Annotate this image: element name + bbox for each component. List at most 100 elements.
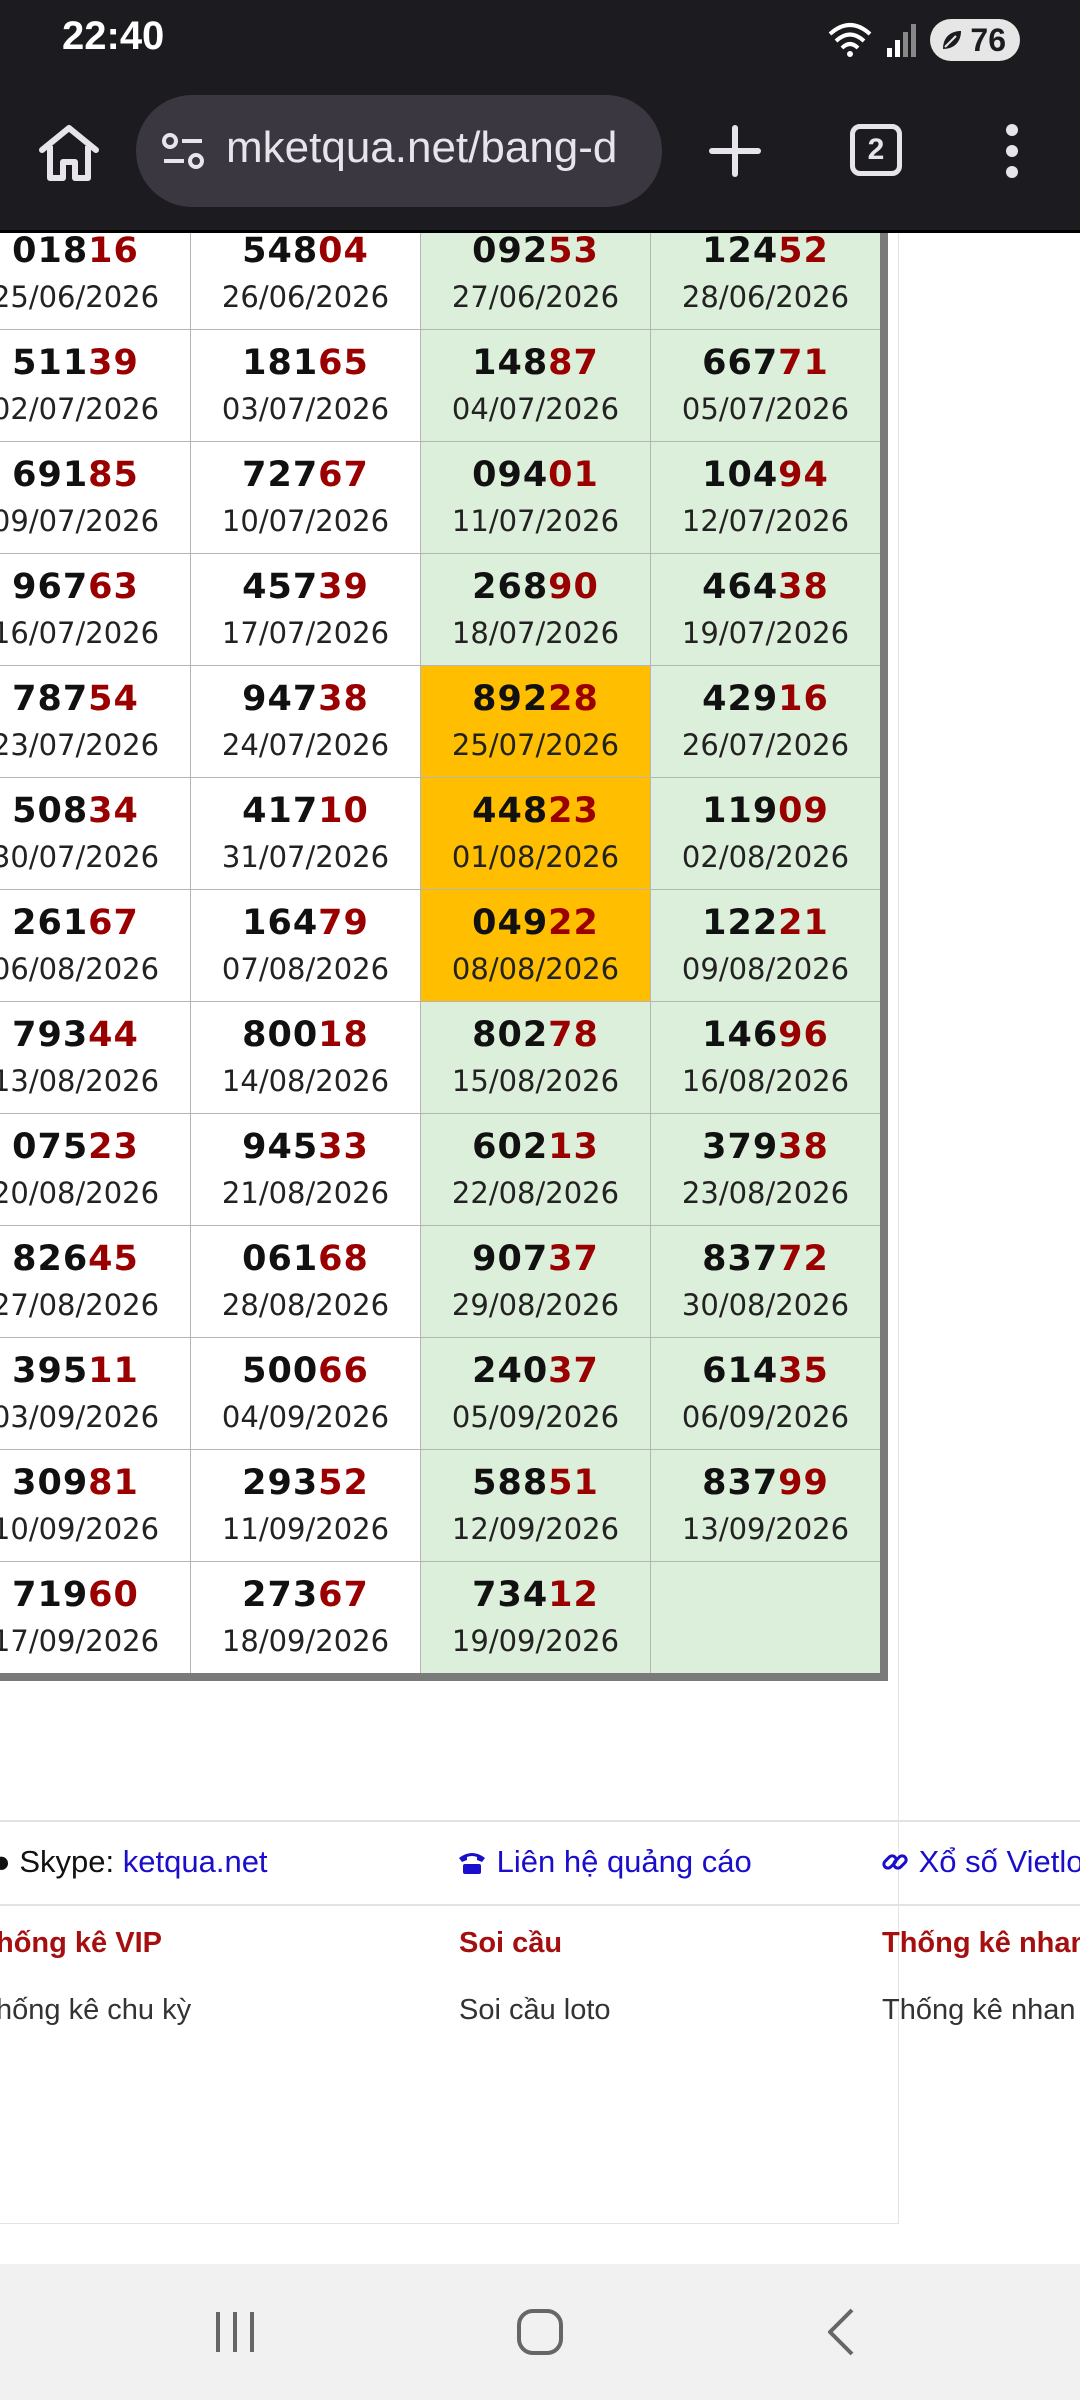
result-number-prefix: 967	[12, 567, 89, 607]
result-number-prefix: 124	[702, 233, 779, 271]
result-number-tail: 72	[778, 1239, 829, 1279]
result-date: 18/09/2026	[221, 1624, 390, 1658]
contact-link-item[interactable]: Liên hệ quảng cáo	[456, 1844, 752, 1880]
category-title-thong-ke-nhanh[interactable]: Thống kê nhan	[882, 1927, 1080, 1960]
result-number: 54804	[191, 233, 420, 271]
result-date: 19/09/2026	[451, 1624, 620, 1658]
result-cell: 51139 02/07/2026	[0, 329, 191, 442]
category-link-chu-ky[interactable]: hống kê chu kỳ	[0, 1994, 191, 2027]
result-cell: 79344 13/08/2026	[0, 1001, 191, 1114]
result-number-tail: 54	[88, 679, 139, 719]
result-number: 73412	[421, 1575, 650, 1615]
result-number: 89228	[421, 679, 650, 719]
skype-label: Skype:	[19, 1844, 115, 1879]
result-cell: 94738 24/07/2026	[190, 665, 421, 778]
result-number-prefix: 148	[472, 343, 549, 383]
result-number-tail: 18	[318, 1015, 369, 1055]
result-number-tail: 23	[88, 1127, 139, 1167]
result-number-prefix: 734	[472, 1575, 549, 1615]
result-date: 06/08/2026	[0, 952, 160, 986]
result-date: 25/06/2026	[0, 280, 160, 314]
result-number-prefix: 268	[472, 567, 549, 607]
result-number-tail: 38	[778, 1127, 829, 1167]
result-number: 37938	[651, 1127, 880, 1167]
result-date: 10/09/2026	[0, 1512, 160, 1546]
result-number-prefix: 119	[702, 791, 779, 831]
result-number: 96763	[0, 567, 190, 607]
result-number-tail: 52	[778, 233, 829, 271]
result-date: 07/08/2026	[221, 952, 390, 986]
result-number: 69185	[0, 455, 190, 495]
result-cell: 94533 21/08/2026	[190, 1113, 421, 1226]
battery-indicator: 76	[930, 19, 1020, 61]
result-cell: 16479 07/08/2026	[190, 889, 421, 1002]
result-number-tail: 71	[778, 343, 829, 383]
link-icon	[882, 1854, 908, 1870]
result-cell: 89228 25/07/2026	[420, 665, 651, 778]
result-number: 58851	[421, 1463, 650, 1503]
home-icon[interactable]	[34, 118, 104, 188]
more-menu-icon[interactable]	[990, 116, 1034, 186]
skype-link-item[interactable]: ● Skype: ketqua.net	[0, 1844, 268, 1880]
category-title-vip[interactable]: hống kê VIP	[0, 1927, 162, 1960]
result-date: 16/07/2026	[0, 616, 160, 650]
tab-switcher-button[interactable]: 2	[850, 124, 902, 176]
result-number: 18165	[191, 343, 420, 383]
result-number-tail: 67	[318, 1575, 369, 1615]
result-cell: 06168 28/08/2026	[190, 1225, 421, 1338]
result-number-prefix: 802	[472, 1015, 549, 1055]
url-text[interactable]: mketqua.net/bang-d	[226, 123, 617, 173]
category-link-soi-cau-loto[interactable]: Soi cầu loto	[459, 1994, 611, 2027]
result-number-tail: 94	[778, 455, 829, 495]
vietlott-link[interactable]: Xổ số Vietlo	[919, 1844, 1080, 1879]
result-cell: 14887 04/07/2026	[420, 329, 651, 442]
category-title-soi-cau[interactable]: Soi cầu	[459, 1927, 562, 1960]
table-row: 96763 16/07/2026 45739 17/07/2026 26890 18/07…	[0, 553, 885, 666]
table-row: 82645 27/08/2026 06168 28/08/2026 90737 29/08…	[0, 1225, 885, 1338]
result-number: 09401	[421, 455, 650, 495]
result-date: 11/09/2026	[221, 1512, 390, 1546]
result-number: 44823	[421, 791, 650, 831]
recent-apps-icon[interactable]	[210, 2304, 260, 2360]
site-settings-icon[interactable]	[156, 123, 212, 179]
result-number: 82645	[0, 1239, 190, 1279]
result-number: 61435	[651, 1351, 880, 1391]
result-number-prefix: 947	[242, 679, 319, 719]
result-number: 10494	[651, 455, 880, 495]
result-cell: 50834 30/07/2026	[0, 777, 191, 890]
result-number-tail: 33	[318, 1127, 369, 1167]
result-cell: 12452 28/06/2026	[650, 233, 885, 330]
result-number: 51139	[0, 343, 190, 383]
vietlott-link-item[interactable]: Xổ số Vietlo	[880, 1844, 1080, 1880]
result-number-prefix: 104	[702, 455, 779, 495]
result-number-tail: 38	[318, 679, 369, 719]
result-date: 10/07/2026	[221, 504, 390, 538]
result-number-prefix: 309	[12, 1463, 89, 1503]
back-nav-icon[interactable]	[818, 2304, 862, 2360]
contact-link[interactable]: Liên hệ quảng cáo	[497, 1844, 752, 1879]
result-number-prefix: 511	[12, 343, 89, 383]
result-number: 83799	[651, 1463, 880, 1503]
category-link-thong-ke-nhanh[interactable]: Thống kê nhan	[882, 1994, 1075, 2027]
result-number-prefix: 457	[242, 567, 319, 607]
result-number-tail: 81	[88, 1463, 139, 1503]
result-number-prefix: 727	[242, 455, 319, 495]
result-date: 05/09/2026	[451, 1400, 620, 1434]
new-tab-icon[interactable]	[700, 116, 770, 186]
address-bar[interactable]: mketqua.net/bang-d	[136, 95, 662, 207]
result-number-prefix: 837	[702, 1463, 779, 1503]
home-nav-icon[interactable]	[512, 2304, 568, 2360]
result-number-tail: 23	[548, 791, 599, 831]
skype-link[interactable]: ketqua.net	[123, 1844, 268, 1879]
result-number: 07523	[0, 1127, 190, 1167]
result-number: 24037	[421, 1351, 650, 1391]
result-number-prefix: 500	[242, 1351, 319, 1391]
result-number-tail: 51	[548, 1463, 599, 1503]
results-container: 11/06/202612/06/202613/06/202614/06/2026…	[0, 233, 899, 2224]
result-number: 14696	[651, 1015, 880, 1055]
result-cell: 30981 10/09/2026	[0, 1449, 191, 1562]
result-date: 15/08/2026	[451, 1064, 620, 1098]
result-date: 20/08/2026	[0, 1176, 160, 1210]
result-cell: 27367 18/09/2026	[190, 1561, 421, 1678]
result-date: 16/08/2026	[681, 1064, 850, 1098]
